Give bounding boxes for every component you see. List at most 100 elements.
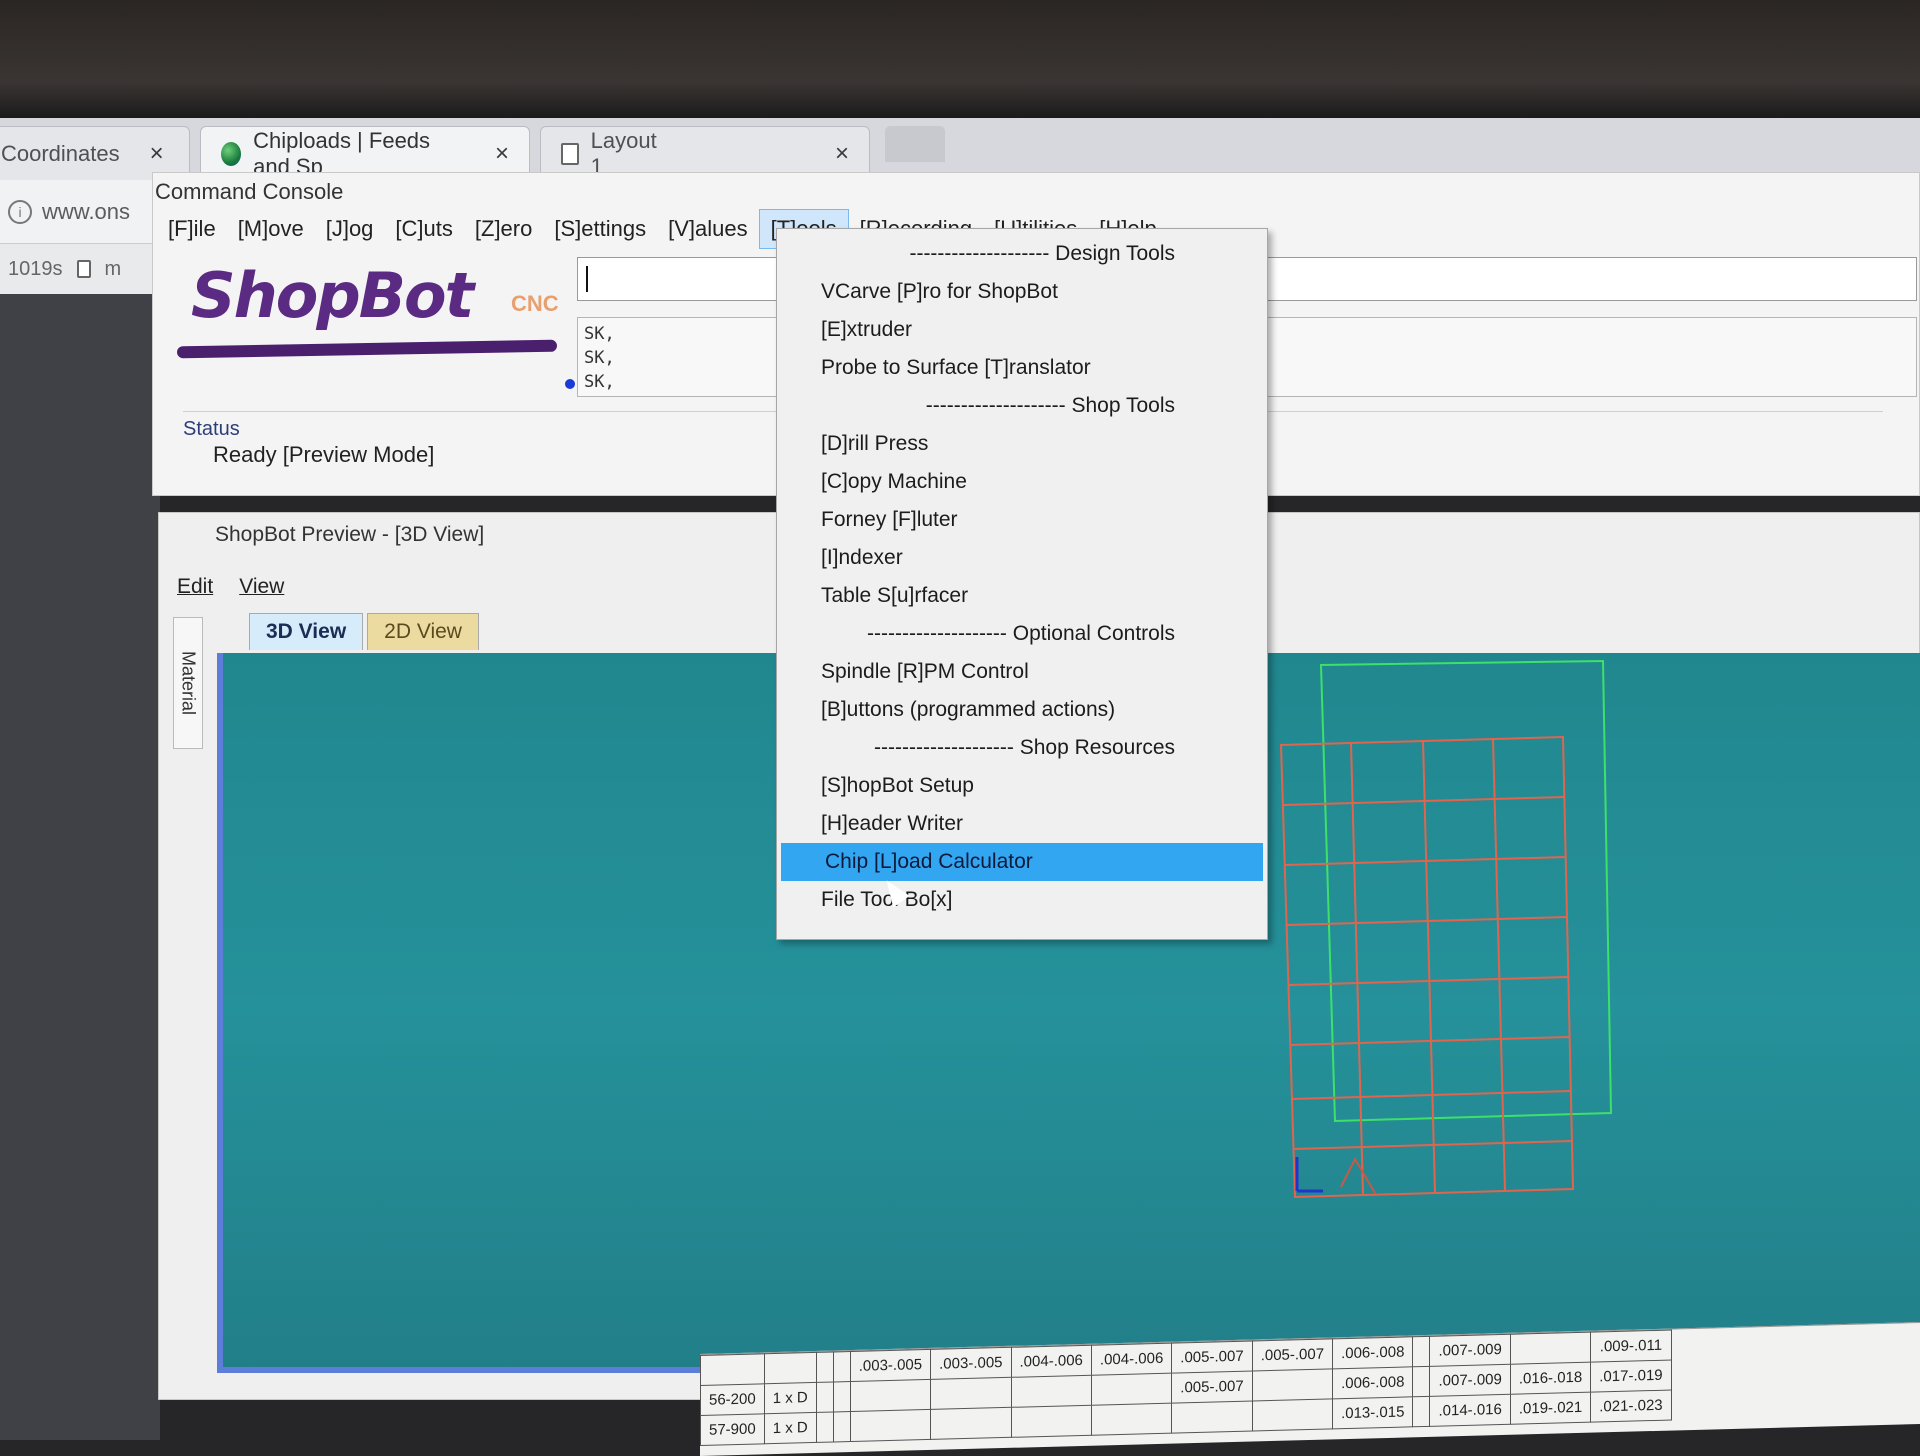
address-bar[interactable]: i www.ons — [0, 180, 160, 244]
logo-swoosh — [176, 339, 558, 359]
menu-zero[interactable]: [Z]ero — [464, 210, 543, 248]
logo-wordmark: ShopBot — [191, 259, 474, 332]
table-cell: .005-.007 — [1171, 1341, 1253, 1374]
tools-menu-item[interactable]: [D]rill Press — [777, 425, 1267, 463]
table-cell: 1 x D — [764, 1412, 817, 1444]
table-cell — [1091, 1403, 1172, 1436]
page-icon — [76, 260, 91, 278]
table-cell: 1 x D — [764, 1382, 817, 1414]
menu-view[interactable]: View — [239, 575, 284, 599]
new-tab-button[interactable] — [885, 126, 945, 162]
table-cell: .003-.005 — [850, 1349, 931, 1382]
tools-menu-item[interactable]: [C]opy Machine — [777, 463, 1267, 501]
table-cell: .004-.006 — [1011, 1345, 1092, 1378]
table-cell — [833, 1381, 851, 1412]
table-cell — [1171, 1401, 1253, 1434]
material-outline — [1319, 659, 1613, 1123]
tools-menu-item[interactable]: VCarve [P]ro for ShopBot — [777, 273, 1267, 311]
browser-content-background — [0, 294, 160, 1440]
table-cell: 57-900 — [700, 1413, 765, 1446]
close-icon[interactable]: × — [835, 140, 849, 168]
table-cell — [930, 1407, 1012, 1440]
status-text: Ready [Preview Mode] — [213, 442, 435, 467]
menu-cuts[interactable]: [C]uts — [384, 210, 463, 248]
table-cell — [1510, 1332, 1591, 1365]
table-cell — [1412, 1396, 1430, 1427]
table-cell: .016-.018 — [1510, 1362, 1591, 1395]
table-cell: .006-.008 — [1332, 1366, 1413, 1399]
menu-jog[interactable]: [J]og — [315, 210, 385, 248]
table-cell — [833, 1351, 851, 1382]
tab-2d-view[interactable]: 2D View — [367, 613, 479, 650]
bookmark-item[interactable]: 1019s — [8, 258, 63, 281]
tools-menu-item[interactable]: [B]uttons (programmed actions) — [777, 691, 1267, 729]
table-cell: .007-.009 — [1429, 1334, 1511, 1367]
logo-cnc-label: CNC — [511, 291, 559, 316]
shopbot-logo: ShopBot CNC — [167, 259, 567, 369]
menu-values[interactable]: [V]alues — [657, 210, 759, 248]
table-cell: .005-.007 — [1171, 1371, 1253, 1404]
table-cell: 56-200 — [700, 1383, 765, 1416]
table-cell: .004-.006 — [1091, 1343, 1172, 1376]
table-cell: .019-.021 — [1510, 1392, 1591, 1425]
table-cell — [816, 1381, 834, 1413]
tools-menu-item[interactable]: Table S[u]rfacer — [777, 577, 1267, 615]
table-cell — [1252, 1398, 1333, 1432]
table-cell — [1011, 1405, 1092, 1438]
table-cell: .013-.015 — [1332, 1396, 1413, 1429]
table-cell — [816, 1411, 834, 1443]
menu-separator: -------------------- Design Tools — [909, 242, 1175, 265]
menu-separator: -------------------- Shop Resources — [874, 736, 1175, 759]
window-title: Command Console — [155, 179, 344, 204]
table-cell — [1412, 1336, 1430, 1367]
menu-settings[interactable]: [S]ettings — [543, 210, 657, 248]
table-cell — [1412, 1366, 1430, 1397]
table-cell: .021-.023 — [1590, 1390, 1672, 1423]
table-cell: .005-.007 — [1252, 1338, 1333, 1372]
close-icon[interactable]: × — [495, 140, 509, 168]
tools-menu-item[interactable]: Chip [L]oad Calculator — [781, 843, 1263, 881]
tools-menu-item[interactable]: [I]ndexer — [777, 539, 1267, 577]
view-tabs: 3D View 2D View — [249, 613, 479, 650]
table-cell — [816, 1351, 834, 1383]
address-text: www.ons — [42, 198, 131, 224]
preview-menubar: Edit View — [177, 575, 284, 599]
close-icon[interactable]: × — [150, 140, 164, 168]
table-cell — [1252, 1368, 1333, 1402]
tools-menu-item[interactable]: File Tool Bo[x] — [777, 881, 1267, 919]
menu-edit[interactable]: Edit — [177, 575, 213, 599]
table-cell — [764, 1352, 817, 1384]
table-cell: .006-.008 — [1332, 1336, 1413, 1369]
table-cell — [1011, 1375, 1092, 1408]
info-icon[interactable]: i — [8, 199, 32, 224]
current-entry-dot — [565, 379, 575, 389]
material-side-tab[interactable]: Material — [173, 617, 203, 749]
menu-file[interactable]: [F]ile — [157, 210, 227, 248]
table-cell: .014-.016 — [1429, 1394, 1511, 1427]
monitor-bezel — [0, 0, 1920, 118]
menu-separator: -------------------- Optional Controls — [867, 622, 1175, 645]
tools-menu-item[interactable]: [E]xtruder — [777, 311, 1267, 349]
document-icon — [561, 142, 579, 165]
tab-label: Coordinates — [1, 140, 120, 166]
globe-icon — [221, 141, 242, 166]
tools-menu-item[interactable]: Probe to Surface [T]ranslator — [777, 349, 1267, 387]
table-cell: .017-.019 — [1590, 1360, 1672, 1393]
tools-dropdown-menu: -------------------- Design Tools VCarve … — [776, 228, 1268, 940]
bookmarks-bar: 1019s m — [0, 244, 160, 294]
table-cell: .009-.011 — [1590, 1330, 1672, 1363]
table-cell: .003-.005 — [930, 1347, 1012, 1380]
bookmark-item[interactable]: m — [105, 258, 122, 281]
table-cell — [833, 1411, 851, 1442]
table-cell: .007-.009 — [1429, 1364, 1511, 1397]
table-cell — [700, 1353, 765, 1386]
menu-move[interactable]: [M]ove — [227, 210, 315, 248]
tools-menu-item[interactable]: [S]hopBot Setup — [777, 767, 1267, 805]
text-caret — [586, 266, 588, 292]
table-cell — [930, 1377, 1012, 1410]
tools-menu-item[interactable]: Spindle [R]PM Control — [777, 653, 1267, 691]
tools-menu-item[interactable]: Forney [F]luter — [777, 501, 1267, 539]
table-cell — [850, 1409, 931, 1442]
tools-menu-item[interactable]: [H]eader Writer — [777, 805, 1267, 843]
tab-3d-view[interactable]: 3D View — [249, 613, 364, 650]
